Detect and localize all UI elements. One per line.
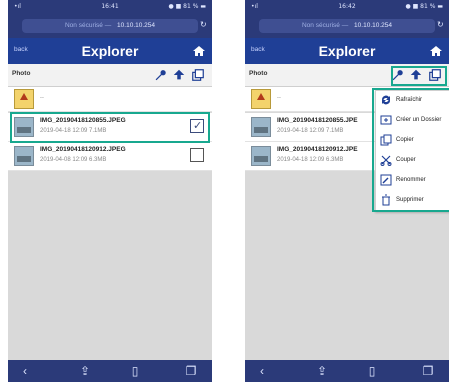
phone-screen-right: •ıl 16:42 ● ■ 81 % ▬ Non sécurisé — 10.1… (245, 0, 449, 382)
phone-screen-left: •ıl 16:41 ● ■ 81 % ▬ Non sécurisé — 10.1… (8, 0, 212, 382)
page-title: Explorer (318, 43, 376, 59)
security-hint: Non sécurisé — (301, 22, 349, 29)
battery-icon: ● ■ 81 % ▬ (405, 3, 443, 10)
page-title: Explorer (81, 43, 139, 59)
path-bar: Photo (8, 64, 212, 87)
file-checkbox[interactable] (190, 148, 204, 162)
image-thumbnail (251, 117, 271, 137)
parent-folder-label: .. (40, 93, 44, 100)
image-thumbnail (14, 146, 34, 166)
toolbar (152, 67, 206, 83)
file-meta: 2019-04-18 12:09 6.3MB (277, 157, 344, 163)
file-name: IMG_20190418120855.JPE (277, 117, 358, 124)
parent-folder-row[interactable]: .. (8, 87, 212, 112)
file-meta: 2019-04-08 12:09 6.3MB (40, 157, 107, 163)
file-name: IMG_20190418120912.JPE (277, 146, 358, 153)
current-path: Photo (12, 70, 31, 77)
bookmarks-icon[interactable]: ▯ (128, 364, 142, 378)
back-chevron-icon[interactable]: ‹ (18, 364, 32, 378)
status-bar: •ıl 16:42 ● ■ 81 % ▬ (245, 0, 449, 14)
upload-icon[interactable] (171, 67, 187, 83)
url-address: 10.10.10.254 (354, 22, 392, 29)
security-hint: Non sécurisé — (64, 22, 112, 29)
tabs-icon[interactable]: ❐ (421, 364, 435, 378)
file-meta: 2019-04-18 12:09 7.1MB (277, 128, 344, 134)
file-row[interactable]: IMG_20190418120912.JPEG 2019-04-08 12:09… (8, 142, 212, 171)
address-field[interactable]: Non sécurisé — 10.10.10.254 (259, 19, 435, 33)
image-thumbnail (251, 146, 271, 166)
bookmarks-icon[interactable]: ▯ (365, 364, 379, 378)
tabs-icon[interactable]: ❐ (184, 364, 198, 378)
wrench-icon[interactable] (152, 67, 168, 83)
parent-folder-label: .. (277, 93, 281, 100)
reload-icon[interactable]: ↻ (200, 21, 208, 29)
reload-icon[interactable]: ↻ (437, 21, 445, 29)
url-bar: Non sécurisé — 10.10.10.254 ↻ (245, 14, 449, 38)
selection-highlight (10, 112, 210, 143)
address-field[interactable]: Non sécurisé — 10.10.10.254 (22, 19, 198, 33)
back-chevron-icon[interactable]: ‹ (255, 364, 269, 378)
folder-up-icon (14, 89, 34, 109)
folder-up-icon (251, 89, 271, 109)
url-address: 10.10.10.254 (117, 22, 155, 29)
toolbar-highlight (391, 66, 447, 86)
url-bar: Non sécurisé — 10.10.10.254 ↻ (8, 14, 212, 38)
battery-icon: ● ■ 81 % ▬ (168, 3, 206, 10)
browser-bottom-bar: ‹ ⇪ ▯ ❐ (245, 360, 449, 382)
status-bar: •ıl 16:41 ● ■ 81 % ▬ (8, 0, 212, 14)
share-icon[interactable]: ⇪ (78, 364, 92, 378)
home-icon[interactable] (192, 44, 206, 58)
menu-highlight (372, 88, 449, 212)
app-header: back Explorer (8, 38, 212, 64)
browser-bottom-bar: ‹ ⇪ ▯ ❐ (8, 360, 212, 382)
app-header: back Explorer (245, 38, 449, 64)
home-icon[interactable] (429, 44, 443, 58)
file-name: IMG_20190418120912.JPEG (40, 146, 126, 153)
share-icon[interactable]: ⇪ (315, 364, 329, 378)
multi-select-icon[interactable] (190, 67, 206, 83)
current-path: Photo (249, 70, 268, 77)
